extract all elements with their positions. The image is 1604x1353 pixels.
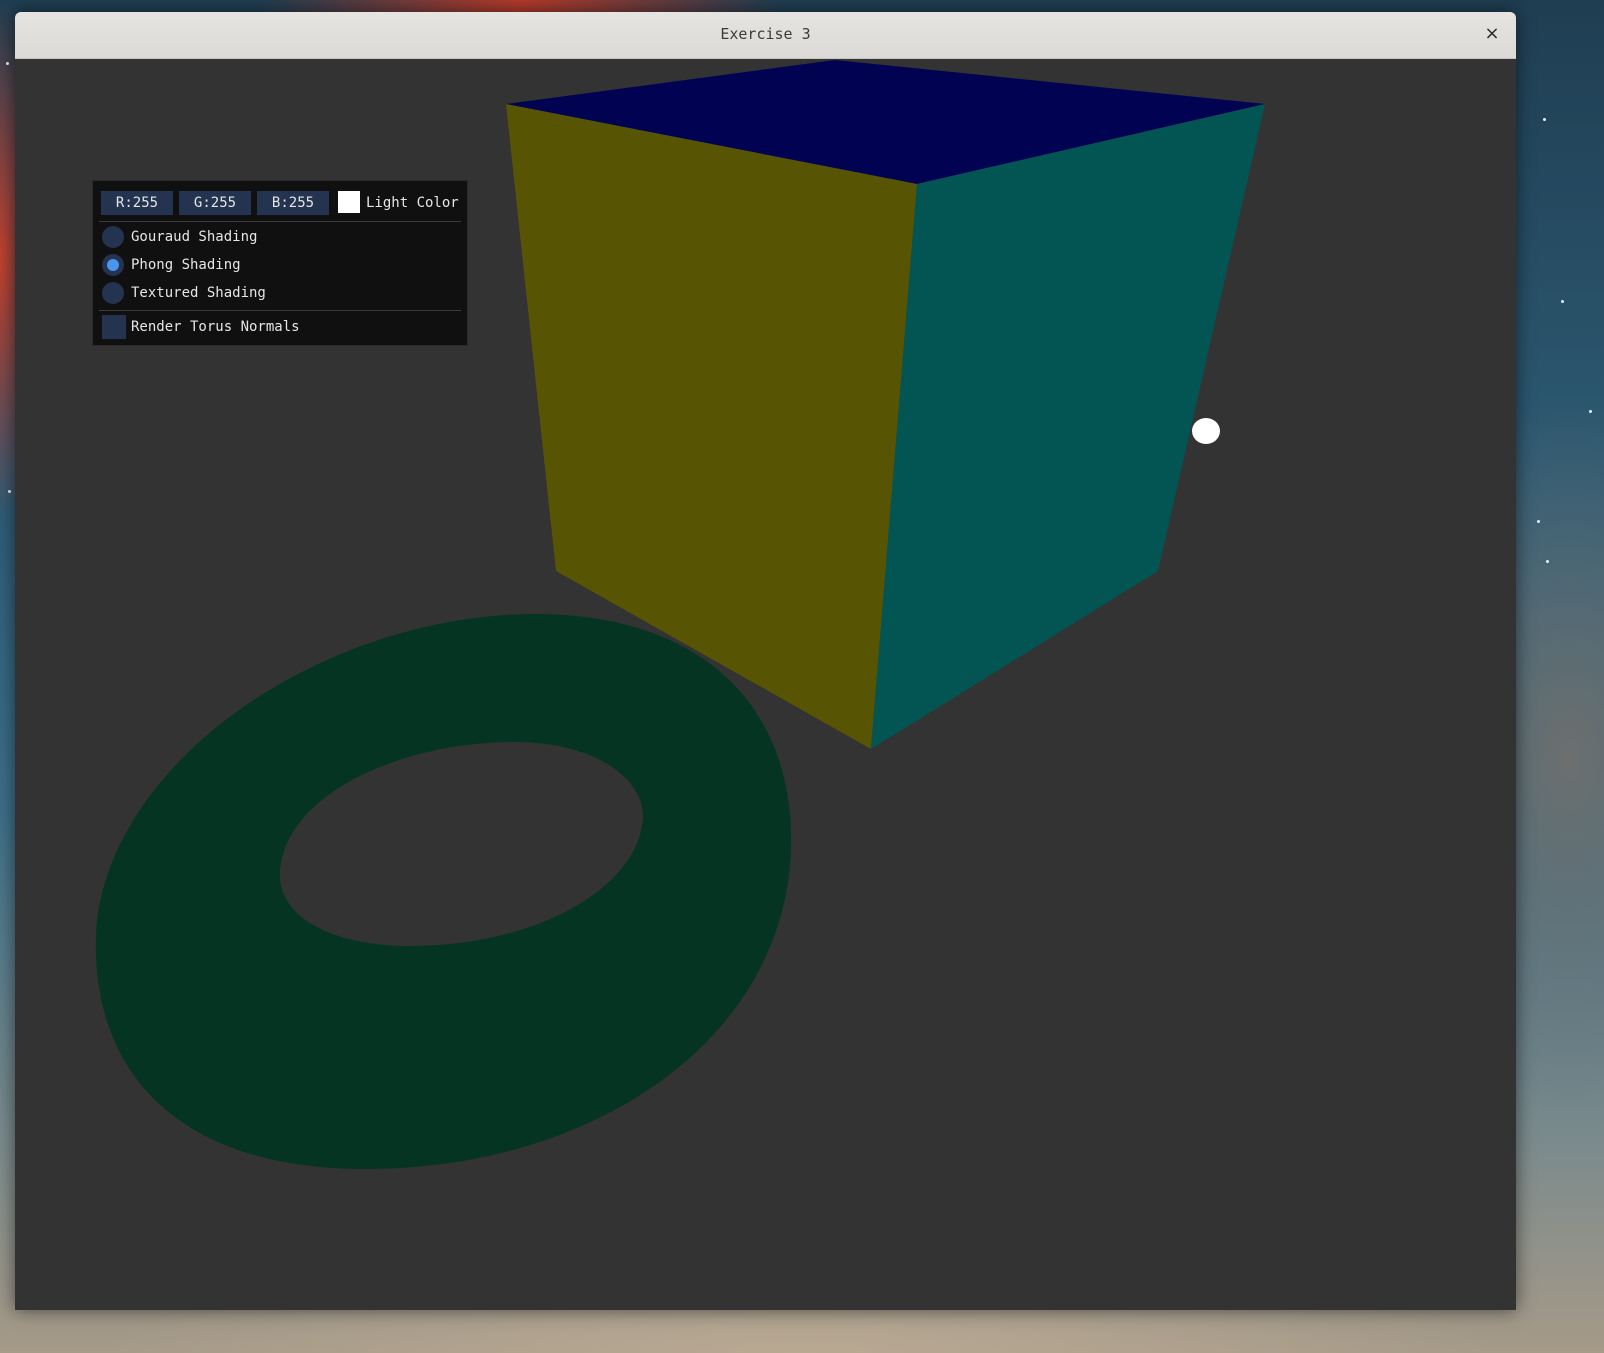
radio-button[interactable] — [102, 226, 124, 248]
window-title: Exercise 3 — [720, 25, 811, 43]
divider — [99, 310, 461, 311]
settings-panel: R:255 G:255 B:255 Light Color Gouraud Sh… — [92, 180, 468, 346]
radio-dot — [107, 259, 119, 271]
wallpaper-star — [1537, 520, 1540, 523]
radio-label: Textured Shading — [131, 285, 266, 301]
checkbox[interactable] — [102, 315, 126, 339]
light-color-label: Light Color — [366, 195, 459, 211]
render-viewport[interactable]: R:255 G:255 B:255 Light Color Gouraud Sh… — [15, 59, 1516, 1310]
divider — [99, 221, 461, 222]
wallpaper-star — [1589, 410, 1592, 413]
radio-button[interactable] — [102, 254, 124, 276]
light-source-icon — [1192, 418, 1220, 444]
red-value-field[interactable]: R:255 — [101, 191, 173, 215]
radio-label: Gouraud Shading — [131, 229, 258, 245]
close-button[interactable]: × — [1480, 22, 1504, 46]
wallpaper-star — [8, 490, 11, 493]
green-value-field[interactable]: G:255 — [179, 191, 251, 215]
radio-button[interactable] — [102, 282, 124, 304]
close-icon: × — [1484, 23, 1500, 44]
blue-value-field[interactable]: B:255 — [257, 191, 329, 215]
checkbox-label: Render Torus Normals — [131, 319, 300, 335]
radio-label: Phong Shading — [131, 257, 241, 273]
title-bar[interactable]: Exercise 3 × — [15, 12, 1516, 59]
app-window: Exercise 3 × R:255 G:255 B:255 Light Col… — [15, 12, 1516, 1310]
wallpaper-star — [1546, 560, 1549, 563]
wallpaper-star — [1543, 118, 1546, 121]
wallpaper-star — [6, 62, 9, 65]
light-color-swatch[interactable] — [338, 191, 360, 213]
wallpaper-star — [1561, 300, 1564, 303]
